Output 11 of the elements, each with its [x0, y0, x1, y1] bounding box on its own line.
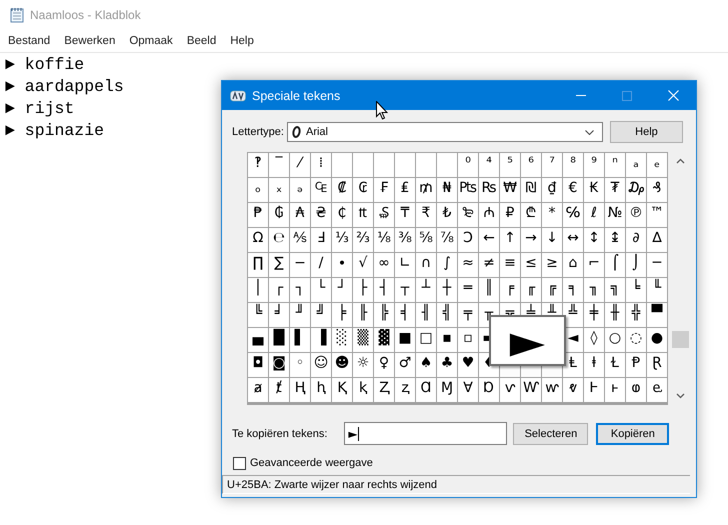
copy-label: Te kopiëren tekens:	[232, 428, 328, 440]
font-label: Lettertype:	[232, 126, 284, 138]
text-line: ► aardappels	[5, 76, 124, 98]
window-title: Naamloos - Kladblok	[30, 8, 141, 22]
text-line: ► koffie	[5, 54, 84, 76]
advanced-label: Geavanceerde weergave	[250, 457, 373, 469]
text-line: ► spinazie	[5, 120, 104, 142]
magnified-character-tooltip: ►	[489, 315, 566, 366]
dialog-title: Speciale tekens	[252, 88, 340, 102]
text-line: ► rijst	[5, 98, 74, 120]
status-bar: U+25BA: Zwarte wijzer naar rechts wijzend	[222, 475, 690, 494]
